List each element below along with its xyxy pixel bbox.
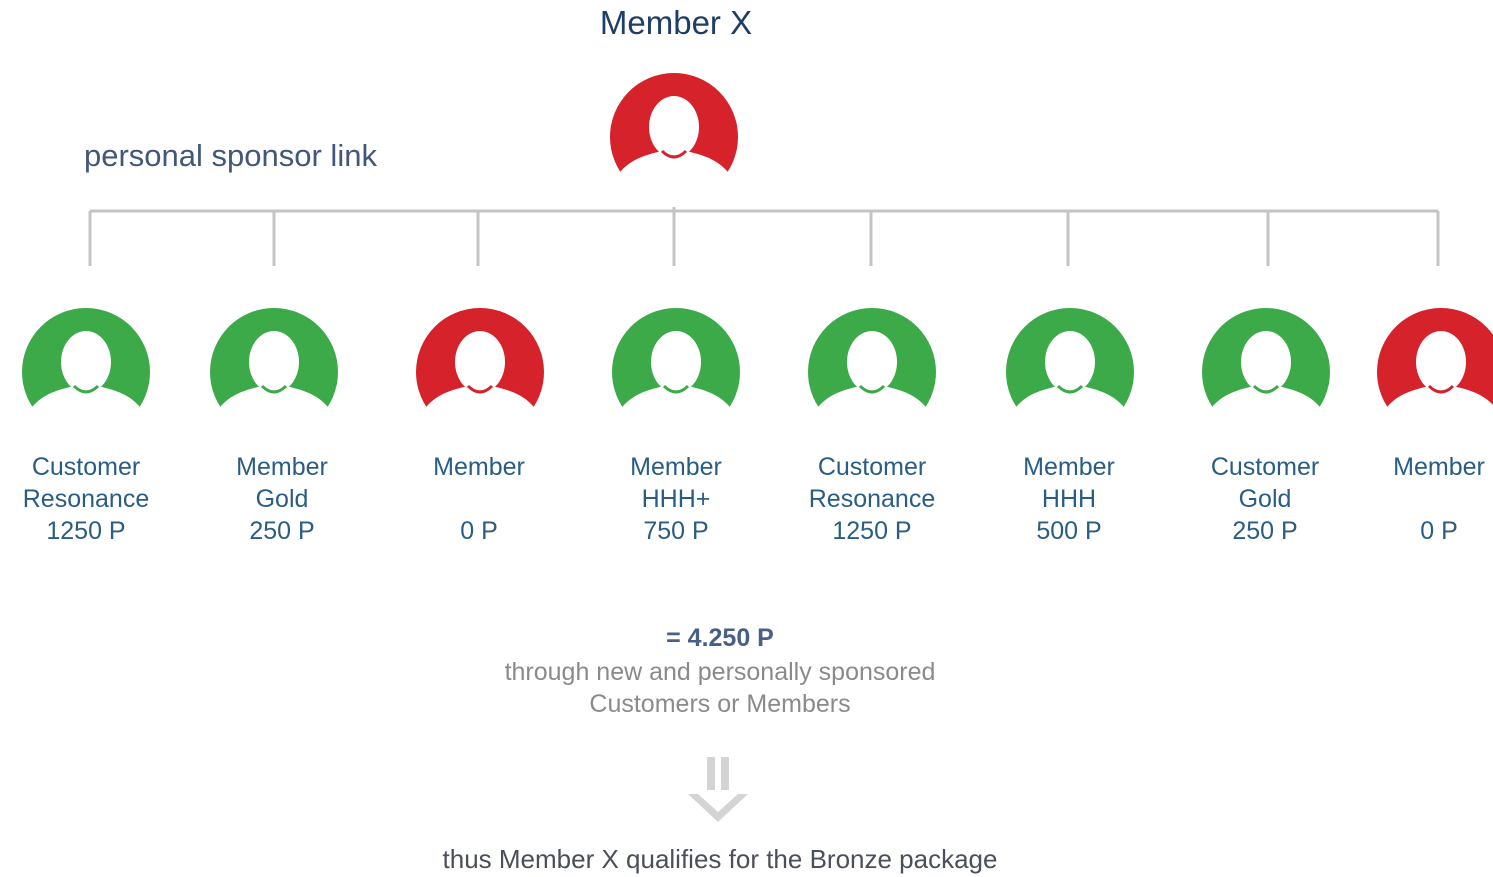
member-label-6: Member HHH 500 P <box>979 451 1159 547</box>
member-package: Resonance <box>808 485 936 513</box>
avatar-head <box>651 331 701 393</box>
avatar-head <box>61 331 111 393</box>
member-points: 1250 P <box>832 517 912 545</box>
member-avatar-icon-7 <box>1202 308 1330 442</box>
sponsor-tree-diagram <box>22 73 1493 822</box>
member-avatar-icon-1 <box>22 308 150 442</box>
member-avatar-icon-6 <box>1006 308 1134 442</box>
member-points: 250 P <box>249 517 315 545</box>
member-label-7: Customer Gold 250 P <box>1175 451 1355 547</box>
member-type: Customer <box>31 453 141 481</box>
member-label-5: Customer Resonance 1250 P <box>782 451 962 547</box>
member-label-1: Customer Resonance 1250 P <box>0 451 176 547</box>
member-type: Customer <box>1210 453 1320 481</box>
member-label-8: Member 0 P <box>1349 451 1493 547</box>
member-avatar-icon-8 <box>1377 308 1493 442</box>
member-points: 250 P <box>1232 517 1298 545</box>
avatar-head <box>847 331 897 393</box>
qualification-conclusion: thus Member X qualifies for the Bronze p… <box>442 844 998 874</box>
member-avatar-icon-4 <box>612 308 740 442</box>
member-points: 500 P <box>1036 517 1102 545</box>
member-package: Gold <box>255 485 309 513</box>
member-label-4: Member HHH+ 750 P <box>586 451 766 547</box>
avatar-head <box>455 331 505 393</box>
member-type: Member <box>433 453 525 481</box>
member-points: 750 P <box>643 517 709 545</box>
member-package: HHH <box>1041 485 1097 513</box>
avatar-head <box>1241 331 1291 393</box>
member-points: 0 P <box>460 517 498 545</box>
member-label-2: Member Gold 250 P <box>192 451 372 547</box>
avatar-group <box>22 73 1493 442</box>
member-avatar-icon-2 <box>210 308 338 442</box>
total-points: = 4.250 P <box>666 624 774 652</box>
member-package <box>389 483 569 515</box>
member-type: Member <box>1023 453 1115 481</box>
member-package: HHH+ <box>641 485 711 513</box>
arrow-bar-right <box>721 757 729 790</box>
member-label-3: Member 0 P <box>389 451 569 547</box>
avatar-head <box>649 96 699 158</box>
personal-sponsor-link-label: personal sponsor link <box>84 138 377 173</box>
member-package <box>1349 483 1493 515</box>
avatar-head <box>249 331 299 393</box>
root-avatar-icon <box>610 73 738 207</box>
down-arrow-icon <box>688 757 748 822</box>
member-points: 0 P <box>1420 517 1458 545</box>
member-type: Member <box>236 453 328 481</box>
member-package: Resonance <box>22 485 150 513</box>
member-type: Member <box>1393 453 1485 481</box>
member-type: Member <box>630 453 722 481</box>
member-package: Gold <box>1238 485 1292 513</box>
connector-lines <box>88 190 1440 266</box>
total-note-line-1: through new and personally sponsored <box>504 658 936 686</box>
arrow-bar-left <box>707 757 715 790</box>
member-avatar-icon-5 <box>808 308 936 442</box>
avatar-head <box>1416 331 1466 393</box>
total-note-line-2: Customers or Members <box>589 690 851 718</box>
member-avatar-icon-3 <box>416 308 544 442</box>
avatar-head <box>1045 331 1095 393</box>
root-member-title: Member X <box>599 4 753 41</box>
member-type: Customer <box>817 453 927 481</box>
arrow-head <box>688 794 748 822</box>
member-points: 1250 P <box>46 517 126 545</box>
